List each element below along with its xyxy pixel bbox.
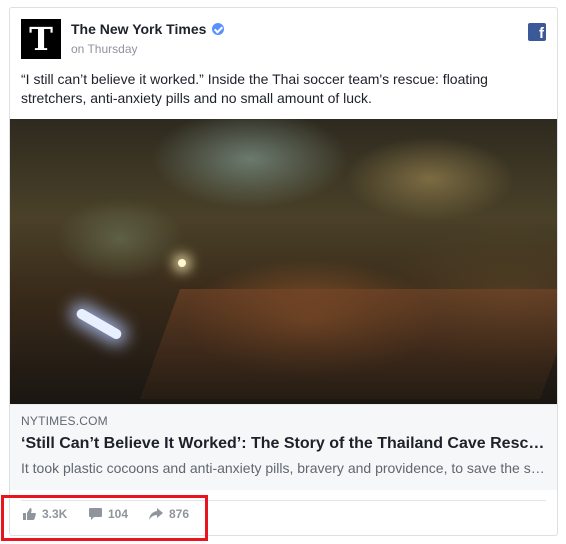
facebook-icon: f [528,23,546,41]
link-domain: NYTIMES.COM [21,414,108,428]
cave-water [139,289,557,399]
page-name-row: The New York Times [71,21,225,37]
post-timestamp[interactable]: on Thursday [71,42,138,56]
link-headline[interactable]: ‘Still Can’t Believe It Worked’: The Sto… [21,435,546,453]
verified-badge-icon [212,23,225,35]
cave-lamp [178,259,186,267]
flashlight-beam [74,307,124,341]
link-preview[interactable]: NYTIMES.COM ‘Still Can’t Believe It Work… [10,404,557,490]
nyt-logo-avatar[interactable]: T [21,19,61,59]
link-description: It took plastic cocoons and anti-anxiety… [21,460,546,476]
stats-highlight-box [1,495,208,541]
post-header: T The New York Times on Thursday f [21,19,546,59]
post-message: “I still can’t believe it worked.” Insid… [21,71,488,106]
page-name[interactable]: The New York Times [71,21,206,37]
facebook-post-card: T The New York Times on Thursday f “I st… [9,7,558,536]
article-photo[interactable] [10,119,557,404]
